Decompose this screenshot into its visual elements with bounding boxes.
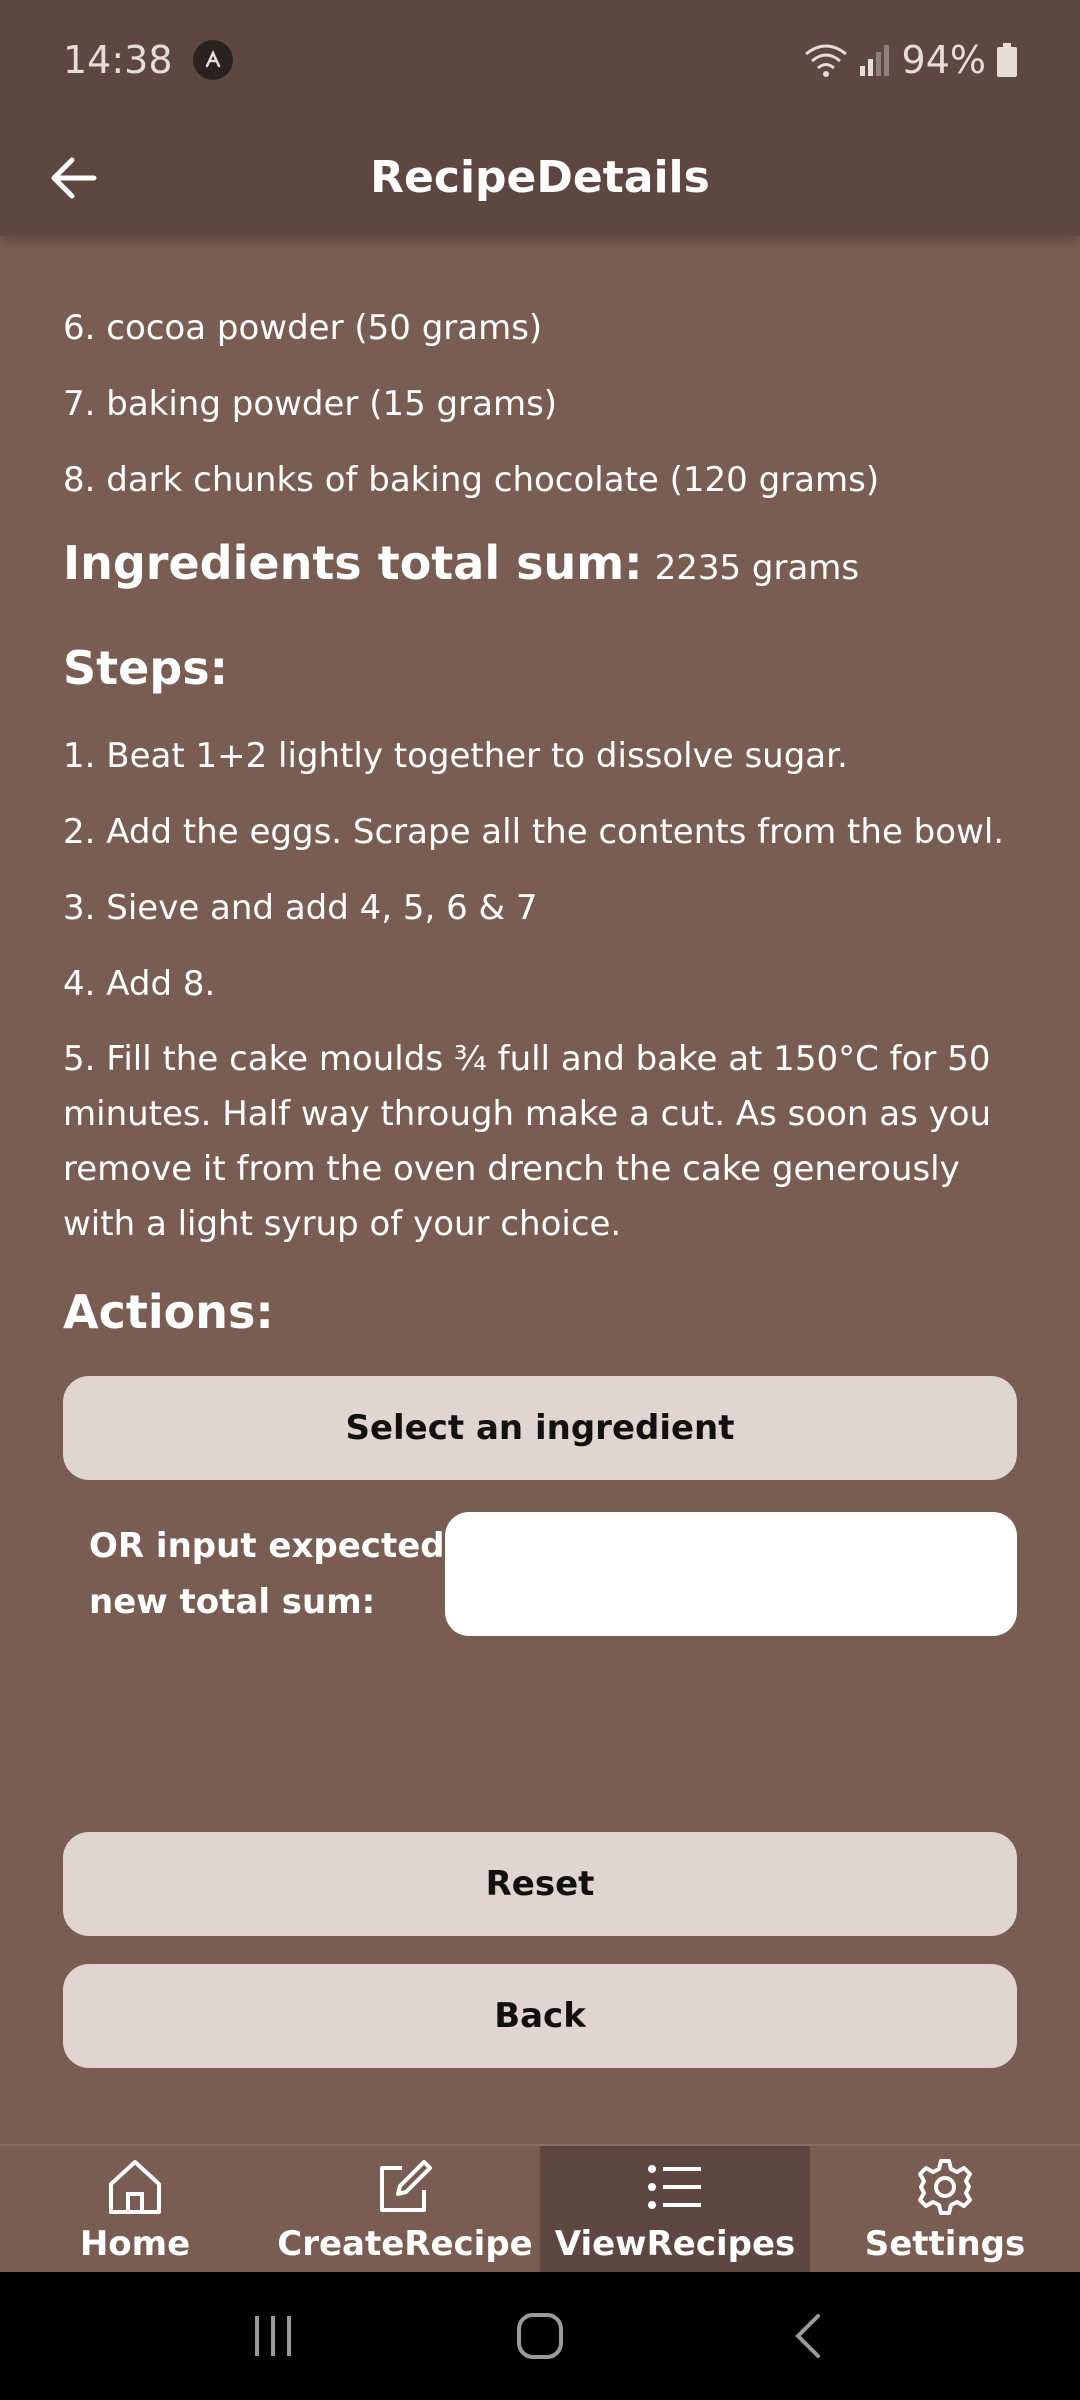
nav-label: Home [79, 2224, 191, 2264]
ingredients-total: Ingredients total sum: 2235 grams [63, 536, 1023, 632]
step-item: 3. Sieve and add 4, 5, 6 & 7 [63, 888, 538, 928]
nav-label: Settings [864, 2224, 1026, 2264]
nav-item-settings[interactable]: Settings [810, 2146, 1080, 2272]
ingredient-item: 6. cocoa powder (50 grams) [63, 308, 543, 348]
status-bar: 14:38 94% [0, 0, 1080, 120]
battery-percent: 94% [901, 38, 986, 82]
home-system-icon[interactable] [500, 2296, 580, 2376]
steps-heading: Steps: [63, 641, 229, 695]
nav-item-viewrecipes[interactable]: ViewRecipes [540, 2146, 810, 2272]
nav-label: CreateRecipe [277, 2224, 533, 2264]
new-total-input[interactable] [445, 1512, 1017, 1636]
select-ingredient-button[interactable]: Select an ingredient [63, 1376, 1017, 1480]
page-title: RecipeDetails [370, 152, 710, 203]
new-total-row: OR input expected new total sum: [63, 1512, 1023, 1636]
nav-label: ViewRecipes [554, 2224, 796, 2264]
app-notification-icon [192, 40, 233, 80]
total-value: 2235 grams [654, 548, 860, 588]
back-arrow-icon[interactable] [40, 144, 108, 212]
step-item: 2. Add the eggs. Scrape all the contents… [63, 812, 1005, 852]
step-item: 1. Beat 1+2 lightly together to dissolve… [63, 736, 848, 776]
total-label: Ingredients total sum: [63, 536, 643, 590]
recipe-content: 6. cocoa powder (50 grams) 7. baking pow… [63, 300, 1023, 1636]
actions-heading: Actions: [63, 1285, 274, 1339]
system-nav-bar [0, 2272, 1080, 2400]
bottom-nav: Home CreateRecipe ViewRecipes Settings [0, 2144, 1080, 2272]
status-time: 14:38 [63, 38, 173, 82]
step-item: 5. Fill the cake moulds ¾ full and bake … [63, 1039, 992, 1244]
reset-button[interactable]: Reset [63, 1832, 1017, 1936]
list-icon [647, 2152, 703, 2222]
status-left: 14:38 [63, 38, 233, 82]
gear-icon [915, 2152, 975, 2222]
wifi-icon [804, 42, 848, 78]
nav-item-home[interactable]: Home [0, 2146, 270, 2272]
ingredient-item: 8. dark chunks of baking chocolate (120 … [63, 460, 880, 500]
new-total-label: OR input expected new total sum: [89, 1526, 445, 1622]
ingredient-item: 7. baking powder (15 grams) [63, 384, 558, 424]
app-bar: RecipeDetails [0, 120, 1080, 236]
edit-icon [376, 2152, 434, 2222]
status-right: 94% [804, 38, 1018, 82]
back-system-icon[interactable] [767, 2296, 847, 2376]
signal-icon [858, 42, 892, 78]
step-item: 4. Add 8. [63, 964, 216, 1004]
nav-item-createrecipe[interactable]: CreateRecipe [270, 2146, 540, 2272]
back-button[interactable]: Back [63, 1964, 1017, 2068]
recent-apps-icon[interactable] [233, 2296, 313, 2376]
home-icon [107, 2152, 163, 2222]
battery-icon [996, 42, 1018, 78]
